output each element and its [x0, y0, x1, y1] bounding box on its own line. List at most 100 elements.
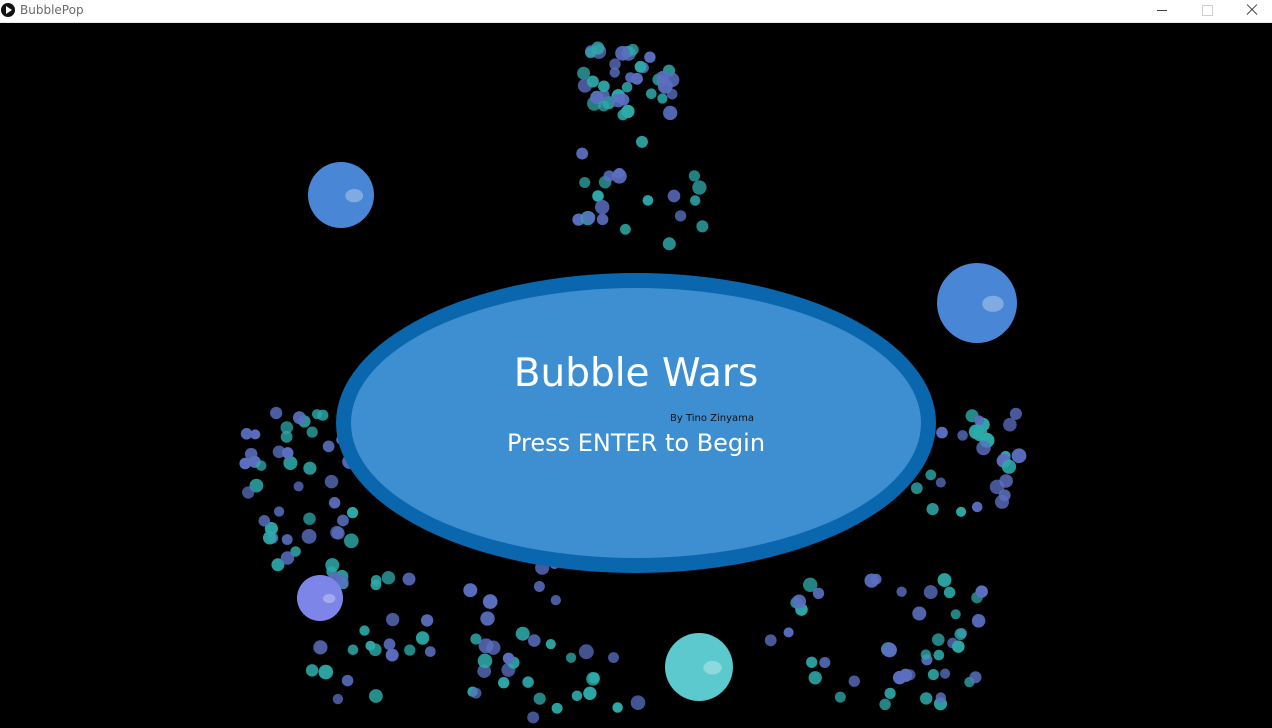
particle [470, 687, 482, 699]
bubble-highlight [982, 295, 1004, 312]
author-credit: By Tino Zinyama [670, 413, 755, 424]
particle [971, 614, 986, 628]
particle [386, 612, 400, 627]
particle [940, 668, 951, 679]
particle [609, 58, 621, 70]
particle [369, 689, 383, 703]
particle [332, 693, 344, 705]
particle [477, 653, 493, 669]
particle [935, 477, 946, 488]
particle [612, 702, 623, 713]
particle [636, 135, 648, 148]
particle [583, 686, 597, 700]
minimize-button[interactable] [1139, 0, 1185, 22]
start-menu: Bubble Wars By Tino Zinyama Press ENTER … [336, 273, 936, 573]
particle [976, 440, 991, 456]
close-button[interactable] [1229, 0, 1272, 22]
bubble[interactable] [665, 633, 733, 701]
particle [927, 669, 939, 681]
particle [611, 93, 626, 108]
particle [975, 585, 988, 598]
particle [301, 528, 317, 544]
particle [571, 690, 583, 702]
particle [330, 525, 344, 540]
particle [925, 469, 937, 481]
start-prompt[interactable]: Press ENTER to Begin [336, 429, 936, 457]
particle [957, 430, 968, 441]
particle [662, 237, 676, 251]
particle [642, 195, 654, 206]
particle [415, 631, 430, 645]
bubble[interactable] [937, 263, 1017, 343]
particle [328, 497, 341, 509]
particle [674, 210, 687, 222]
particle [969, 671, 982, 684]
particle [303, 461, 317, 475]
particle [935, 692, 947, 703]
particle [943, 586, 956, 599]
particle [311, 409, 323, 420]
particle [956, 506, 967, 517]
bubble-highlight [322, 593, 336, 604]
particle [346, 506, 359, 519]
bubble[interactable] [297, 575, 343, 621]
particle [533, 581, 545, 592]
particle [611, 168, 627, 184]
particle [463, 583, 478, 598]
game-title: Bubble Wars [513, 351, 759, 396]
particle [343, 533, 359, 549]
particle [933, 649, 945, 661]
particle [325, 558, 340, 573]
particle [305, 664, 319, 677]
particle [783, 627, 794, 638]
particle [528, 634, 541, 647]
particle [270, 406, 283, 420]
particle [926, 502, 939, 516]
particle [882, 642, 897, 658]
particle [347, 644, 359, 656]
particle [324, 474, 339, 489]
particle [545, 639, 556, 650]
particle [1001, 459, 1017, 474]
particle [879, 698, 891, 711]
particle [950, 609, 961, 620]
particle [381, 570, 396, 585]
particle [910, 482, 923, 495]
particle [625, 72, 636, 83]
particle [1011, 448, 1027, 464]
particle [630, 695, 646, 710]
particle [923, 585, 938, 600]
particle [912, 606, 927, 621]
particle [368, 643, 382, 657]
particle [585, 47, 596, 59]
particle [281, 447, 294, 459]
particle [954, 628, 967, 641]
game-canvas[interactable]: Bubble Wars By Tino Zinyama Press ENTER … [0, 23, 1272, 728]
particle [615, 45, 631, 61]
bubble-highlight [345, 189, 364, 203]
particle [292, 411, 306, 425]
particle [644, 51, 656, 63]
particle [598, 80, 610, 93]
particle [971, 501, 983, 513]
particle [533, 692, 546, 705]
particle [819, 656, 831, 669]
particle [551, 702, 563, 714]
particle [303, 512, 316, 525]
particle [899, 668, 913, 682]
particle [812, 587, 825, 600]
particle [621, 104, 635, 119]
particle [663, 105, 678, 121]
particle [522, 676, 534, 688]
particle [689, 195, 701, 206]
particle [281, 534, 293, 545]
maximize-button[interactable] [1184, 0, 1230, 22]
particle [932, 633, 945, 646]
particle [696, 220, 709, 233]
particle [634, 60, 647, 73]
particle [370, 579, 382, 591]
bubble[interactable] [308, 162, 374, 228]
particle [280, 430, 293, 443]
particle [920, 649, 931, 660]
start-menu-inner [351, 288, 921, 558]
